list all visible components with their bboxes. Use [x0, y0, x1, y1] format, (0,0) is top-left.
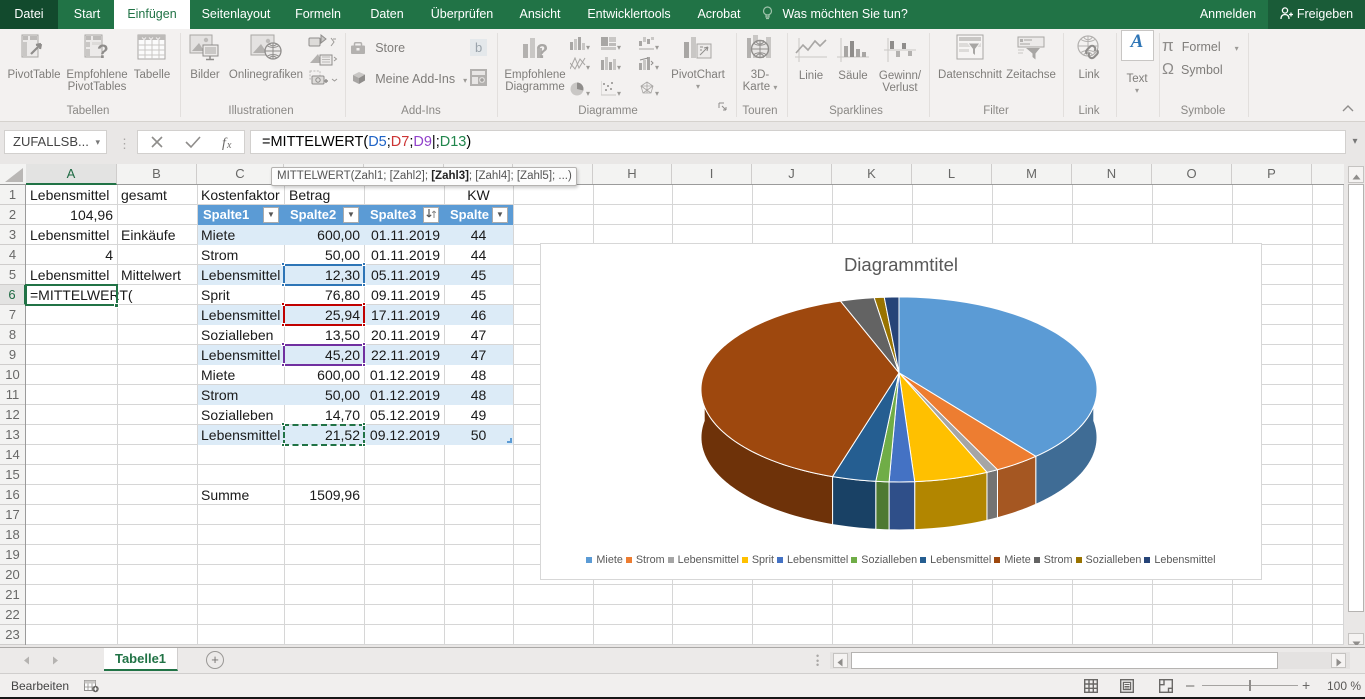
- svg-text:?: ?: [536, 41, 548, 62]
- svg-text:x: x: [226, 140, 232, 151]
- svg-text:?: ?: [97, 42, 109, 62]
- svg-text:b: b: [475, 40, 482, 55]
